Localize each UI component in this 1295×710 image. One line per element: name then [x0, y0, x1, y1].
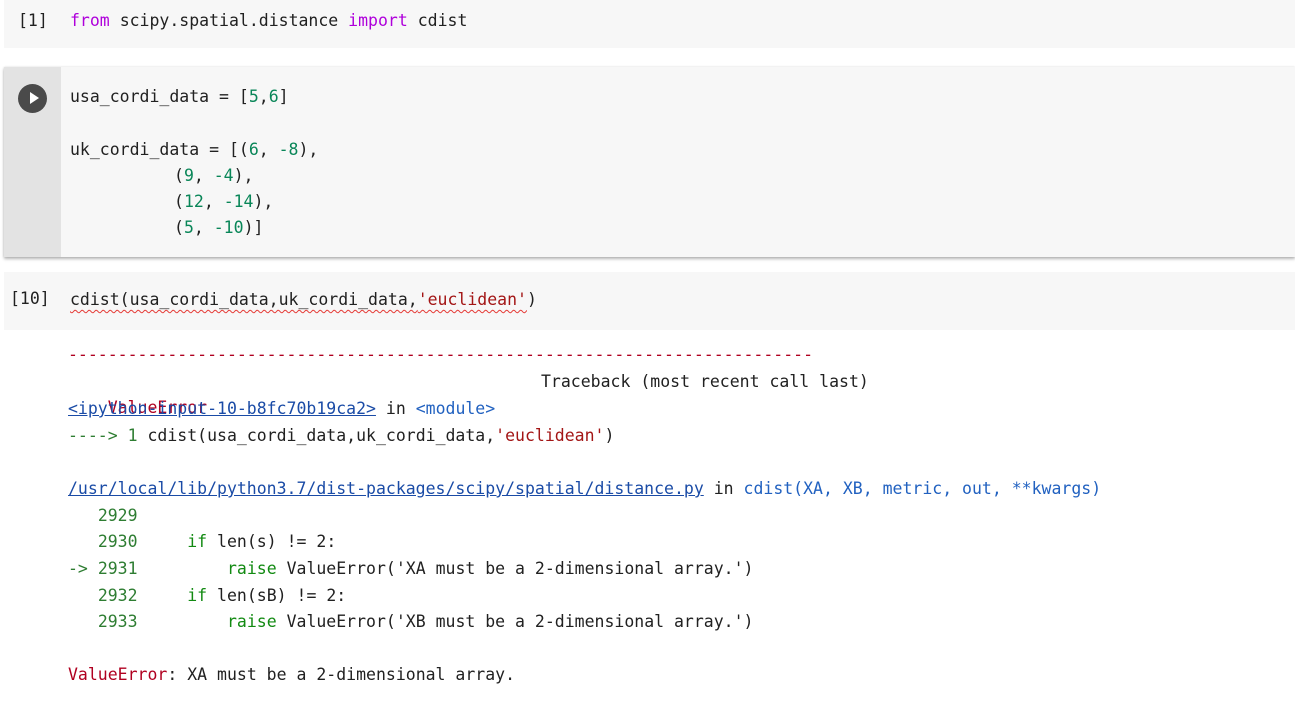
code-line-tuple[interactable]: (5, -10)]	[174, 215, 263, 241]
code-line-tuple[interactable]: (12, -14),	[174, 189, 273, 215]
code-call: cdist(usa_cordi_data,uk_cordi_data,	[70, 290, 418, 309]
number-literal: 5	[248, 87, 259, 106]
string-literal: 'euclidean'	[495, 426, 605, 445]
number-literal: 5	[183, 218, 194, 237]
error-squiggle: cdist(usa_cordi_data,uk_cordi_data,'eucl…	[70, 290, 527, 309]
arrow-marker: ----> 1	[68, 426, 148, 445]
final-error-line: ValueError: XA must be a 2-dimensional a…	[68, 662, 515, 688]
code-line-tuple[interactable]: (9, -4),	[174, 163, 254, 189]
code-line-usa[interactable]: usa_cordi_data = [5,6]	[70, 84, 289, 110]
traceback-header: ValueError Traceback (most recent call l…	[68, 369, 869, 417]
code-line-uk[interactable]: uk_cordi_data = [(6, -8),	[70, 137, 318, 163]
line-marker	[68, 532, 98, 551]
code-cell-data[interactable]: usa_cordi_data = [5,6] uk_cordi_data = […	[4, 67, 1295, 257]
execution-count: [10]	[10, 289, 50, 308]
code-punct: )]	[243, 218, 264, 237]
line-number: 2929	[97, 506, 138, 525]
code-punct: ),	[253, 192, 274, 211]
line-marker	[68, 506, 98, 525]
keyword: if	[187, 586, 208, 605]
number-literal: 6	[248, 140, 259, 159]
error-name: ValueError	[68, 665, 168, 684]
code-punct: ),	[233, 166, 254, 185]
line-marker	[68, 612, 98, 631]
line-number: 2930	[97, 532, 138, 551]
var-name: uk_cordi_data	[70, 140, 200, 159]
number-literal: 6	[268, 87, 279, 106]
traceback-location: <ipython-input-10-b8fc70b19ca2> in <modu…	[68, 396, 495, 422]
number-literal: -4	[213, 166, 234, 185]
code-punct: )	[604, 426, 615, 445]
code-punct: )	[526, 290, 537, 309]
code-cell-import[interactable]: [1] from scipy.spatial.distance import c…	[4, 0, 1295, 48]
code-call: cdist(usa_cordi_data,uk_cordi_data,	[147, 426, 496, 445]
ipython-input-link[interactable]: <ipython-input-10-b8fc70b19ca2>	[68, 399, 376, 418]
keyword-from: from	[70, 11, 110, 30]
source-line-current: -> 2931 raise ValueError('XA must be a 2…	[68, 556, 753, 582]
line-marker	[68, 586, 98, 605]
code-punct: = [(	[199, 140, 249, 159]
imported-name: cdist	[417, 11, 468, 30]
number-literal: 9	[183, 166, 194, 185]
code-punct: ,	[258, 87, 269, 106]
code-punct: ),	[298, 140, 319, 159]
keyword-import: import	[348, 11, 408, 30]
code-cell-cdist[interactable]: [10] cdist(usa_cordi_data,uk_cordi_data,…	[4, 272, 1295, 330]
cell-gutter	[4, 67, 61, 257]
code-punct: (	[174, 218, 184, 237]
code-line-call[interactable]: cdist(usa_cordi_data,uk_cordi_data,'eucl…	[70, 287, 537, 313]
line-number: 2932	[97, 586, 138, 605]
source-text: ValueError('XB must be a 2-dimensional a…	[276, 612, 754, 631]
var-name: usa_cordi_data	[70, 87, 210, 106]
traceback-file-line: /usr/local/lib/python3.7/dist-packages/s…	[68, 476, 1101, 502]
keyword: if	[187, 532, 208, 551]
traceback-separator: ----------------------------------------…	[68, 345, 814, 364]
module-name: scipy.spatial.distance	[119, 11, 339, 30]
code-punct: (	[174, 192, 184, 211]
source-text: ValueError('XA must be a 2-dimensional a…	[276, 559, 754, 578]
code-line[interactable]: from scipy.spatial.distance import cdist	[70, 8, 467, 34]
number-literal: -14	[223, 192, 254, 211]
traceback-label: Traceback (most recent call last)	[541, 372, 869, 391]
code-punct: ,	[258, 140, 279, 159]
run-cell-button[interactable]	[18, 84, 47, 113]
code-punct: (	[174, 166, 184, 185]
source-line: 2933 raise ValueError('XB must be a 2-di…	[68, 609, 754, 635]
source-text: len(sB) != 2:	[207, 586, 347, 605]
function-signature: cdist(XA, XB, metric, out, **kwargs)	[743, 479, 1102, 498]
source-line: 2932 if len(sB) != 2:	[68, 583, 346, 609]
file-path-link[interactable]: /usr/local/lib/python3.7/dist-packages/s…	[68, 479, 704, 498]
code-punct: = [	[209, 87, 249, 106]
line-number: 2931	[97, 559, 138, 578]
code-punct: ]	[278, 87, 289, 106]
keyword: raise	[226, 559, 277, 578]
source-line: 2929	[68, 503, 138, 529]
code-punct: ,	[193, 166, 214, 185]
line-marker: ->	[68, 559, 98, 578]
traceback-arrow-line: ----> 1 cdist(usa_cordi_data,uk_cordi_da…	[68, 423, 614, 449]
code-punct: ,	[193, 218, 214, 237]
source-text: len(s) != 2:	[207, 532, 337, 551]
in-word: in	[375, 399, 416, 418]
module-label: <module>	[415, 399, 496, 418]
code-punct: ,	[203, 192, 224, 211]
execution-count: [1]	[18, 11, 48, 30]
number-literal: -10	[213, 218, 244, 237]
in-word: in	[703, 479, 744, 498]
keyword: raise	[226, 612, 277, 631]
error-message: : XA must be a 2-dimensional array.	[167, 665, 516, 684]
number-literal: -8	[278, 140, 299, 159]
number-literal: 12	[183, 192, 204, 211]
source-line: 2930 if len(s) != 2:	[68, 529, 336, 555]
line-number: 2933	[97, 612, 138, 631]
string-literal: 'euclidean'	[417, 290, 527, 309]
